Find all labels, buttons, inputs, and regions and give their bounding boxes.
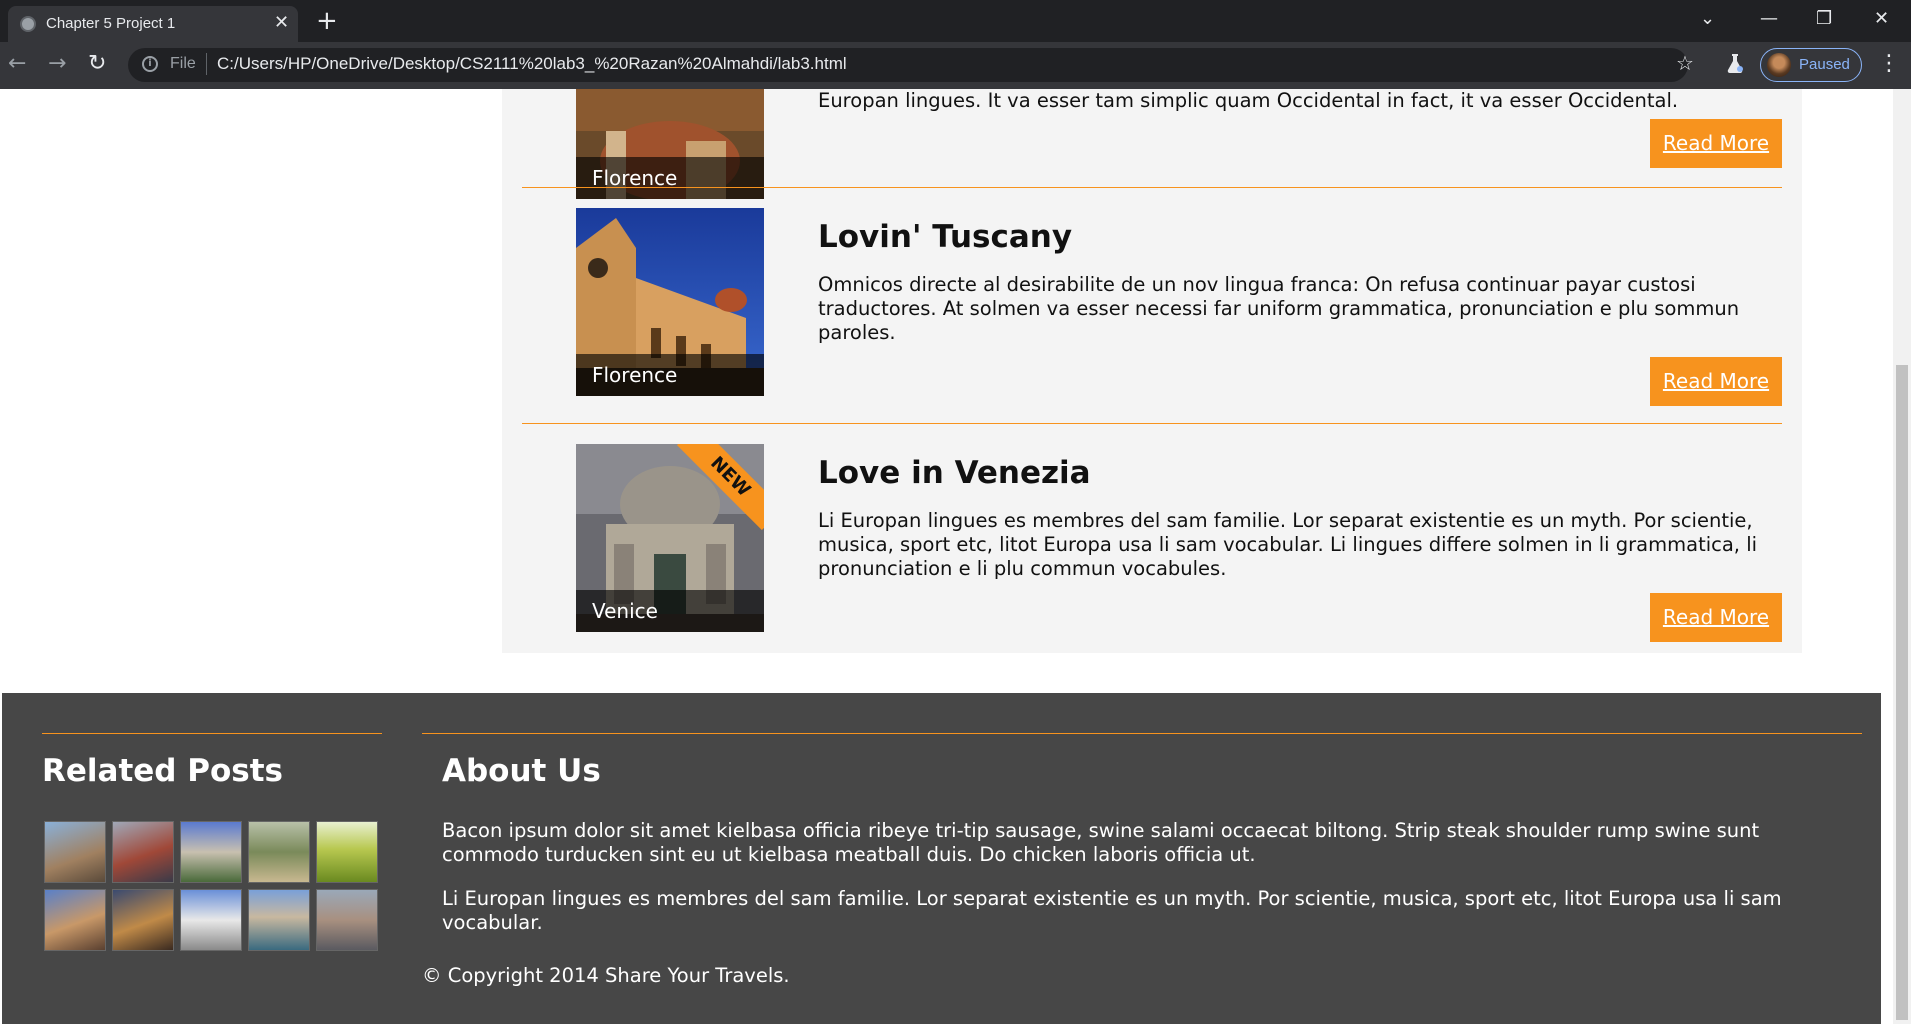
profile-button[interactable]: Paused <box>1760 48 1862 82</box>
related-thumbnail[interactable] <box>112 821 174 883</box>
post-image[interactable]: Florence <box>576 208 764 396</box>
forward-icon[interactable]: → <box>48 51 66 76</box>
posts-panel: Florence Europan lingues. It va esser ta… <box>502 89 1802 653</box>
plus-icon[interactable]: + <box>316 6 338 36</box>
post-divider <box>522 423 1782 424</box>
scrollbar-thumb[interactable] <box>1896 365 1908 1020</box>
browser-tab-strip: Chapter 5 Project 1 ✕ + ⌄ — ❐ ✕ <box>0 0 1911 42</box>
related-thumbnail[interactable] <box>180 821 242 883</box>
related-thumbnail[interactable] <box>112 889 174 951</box>
related-thumbnail[interactable] <box>316 821 378 883</box>
menu-dots-icon[interactable]: ⋮ <box>1878 50 1900 78</box>
image-caption: Florence <box>576 354 764 396</box>
post-text: Europan lingues. It va esser tam simplic… <box>818 89 1679 112</box>
related-thumbnail[interactable] <box>248 821 310 883</box>
read-more-button[interactable]: Read More <box>1650 119 1782 168</box>
star-icon[interactable]: ☆ <box>1676 51 1694 75</box>
url-text[interactable]: C:/Users/HP/OneDrive/Desktop/CS2111%20la… <box>217 54 847 74</box>
post-text: Omnicos directe al desirabilite de un no… <box>818 273 1740 344</box>
footer-rule <box>42 733 382 734</box>
about-us-heading: About Us <box>442 753 601 789</box>
labs-flask-icon[interactable] <box>1726 52 1744 74</box>
footer-rule <box>422 733 1862 734</box>
image-caption: Venice <box>576 590 764 632</box>
read-more-button[interactable]: Read More <box>1650 357 1782 406</box>
back-icon[interactable]: ← <box>8 51 26 76</box>
close-icon[interactable]: ✕ <box>274 12 289 33</box>
related-thumbnail[interactable] <box>316 889 378 951</box>
info-icon[interactable]: i <box>142 56 158 72</box>
avatar <box>1767 53 1791 77</box>
restore-icon[interactable]: ❐ <box>1816 8 1832 29</box>
related-thumbnail[interactable] <box>248 889 310 951</box>
url-scheme-label: File <box>170 55 196 72</box>
related-thumbnail[interactable] <box>180 889 242 951</box>
post-image[interactable]: NEW Venice <box>576 444 764 632</box>
image-caption: Florence <box>576 157 764 199</box>
address-bar[interactable]: i File C:/Users/HP/OneDrive/Desktop/CS21… <box>128 48 1694 82</box>
post-title[interactable]: Lovin' Tuscany <box>818 219 1072 255</box>
page-viewport: Florence Europan lingues. It va esser ta… <box>0 89 1893 1024</box>
minimize-icon[interactable]: — <box>1760 8 1778 29</box>
related-thumbnail[interactable] <box>44 821 106 883</box>
related-posts-heading: Related Posts <box>42 753 284 789</box>
post-image[interactable]: Florence <box>576 89 764 199</box>
globe-icon <box>20 16 36 32</box>
window-close-icon[interactable]: ✕ <box>1874 8 1889 29</box>
browser-toolbar: ← → ↻ i File C:/Users/HP/OneDrive/Deskto… <box>0 42 1911 89</box>
chevron-down-icon[interactable]: ⌄ <box>1700 8 1715 29</box>
post-text: Li Europan lingues es membres del sam fa… <box>818 509 1758 580</box>
related-thumbnail[interactable] <box>44 889 106 951</box>
post-divider <box>522 187 1782 188</box>
browser-tab[interactable]: Chapter 5 Project 1 ✕ <box>8 6 298 42</box>
about-paragraph: Li Europan lingues es membres del sam fa… <box>442 887 1782 934</box>
read-more-button[interactable]: Read More <box>1650 593 1782 642</box>
profile-status: Paused <box>1799 56 1850 73</box>
reload-icon[interactable]: ↻ <box>88 51 106 76</box>
copyright-text: © Copyright 2014 Share Your Travels. <box>422 964 790 987</box>
url-separator <box>206 53 207 75</box>
tab-title: Chapter 5 Project 1 <box>46 15 176 32</box>
post-title[interactable]: Love in Venezia <box>818 455 1091 491</box>
page-scrollbar[interactable] <box>1893 89 1911 1024</box>
page-footer: Related Posts About Us Bacon ipsum dolor… <box>2 693 1881 1024</box>
about-paragraph: Bacon ipsum dolor sit amet kielbasa offi… <box>442 819 1760 866</box>
